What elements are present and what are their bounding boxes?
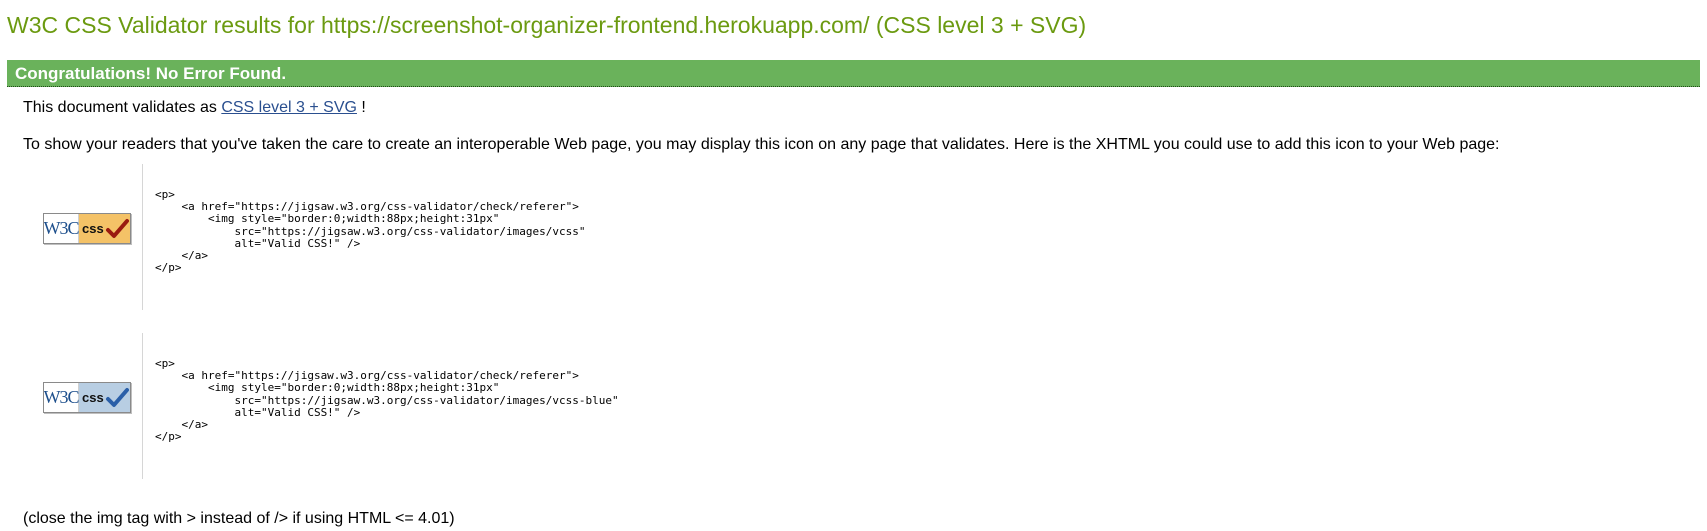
checkmark-icon <box>106 388 129 407</box>
css-label: css <box>82 221 104 236</box>
html-compat-note: (close the img tag with > instead of /> … <box>23 510 455 527</box>
valid-css-badge-blue[interactable]: W3C css <box>43 382 131 413</box>
code-block: <p> <a href="https://jigsaw.w3.org/css-v… <box>155 357 619 444</box>
code-snippet-blue: <p> <a href="https://jigsaw.w3.org/css-v… <box>142 333 842 479</box>
w3c-logo: W3C <box>44 214 80 243</box>
css-badge-label: css <box>79 383 130 412</box>
icon-info-text: To show your readers that you've taken t… <box>23 136 1500 153</box>
success-message: Congratulations! No Error Found. <box>15 64 287 83</box>
success-banner: Congratulations! No Error Found. <box>7 60 1700 87</box>
validation-suffix: ! <box>356 99 366 116</box>
code-block: <p> <a href="https://jigsaw.w3.org/css-v… <box>155 188 586 275</box>
w3c-logo: W3C <box>44 383 80 412</box>
validation-prefix: This document validates as <box>23 99 222 116</box>
code-snippet-gold: <p> <a href="https://jigsaw.w3.org/css-v… <box>142 164 842 310</box>
checkmark-icon <box>106 219 129 238</box>
valid-css-badge-gold[interactable]: W3C css <box>43 213 131 244</box>
css-label: css <box>82 390 104 405</box>
css-badge-label: css <box>79 214 130 243</box>
validation-statement: This document validates as CSS level 3 +… <box>23 99 366 117</box>
css-profile-link[interactable]: CSS level 3 + SVG <box>221 99 357 116</box>
page-title: W3C CSS Validator results for https://sc… <box>7 12 1087 38</box>
